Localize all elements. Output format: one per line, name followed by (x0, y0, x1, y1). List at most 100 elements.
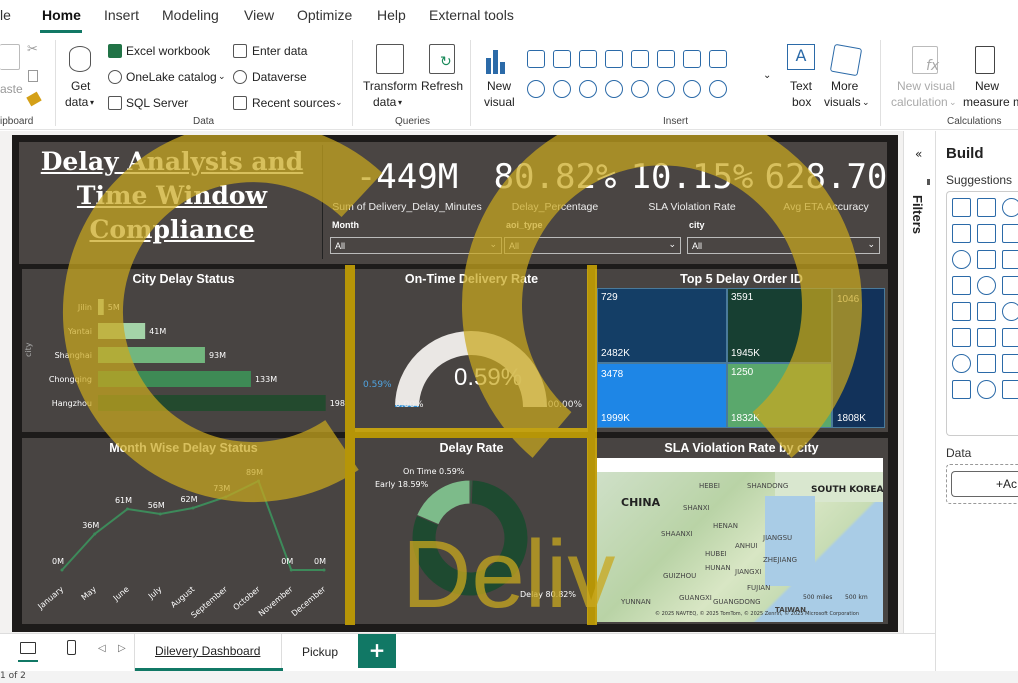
visual-type-icon[interactable] (683, 80, 701, 98)
text-box-label-1[interactable]: Text (790, 79, 812, 93)
new-visual-label-1[interactable]: New (487, 79, 511, 93)
text-box-icon[interactable]: A (787, 44, 815, 70)
visual-suggestion-icon[interactable] (952, 198, 971, 217)
treemap-cell[interactable]: 729 2482K (597, 288, 727, 363)
visual-type-icon[interactable] (553, 50, 571, 68)
visual-suggestion-icon[interactable] (952, 276, 971, 295)
more-visuals-label-1[interactable]: More (831, 79, 858, 93)
visual-type-icon[interactable] (527, 80, 545, 98)
paste-icon[interactable] (0, 44, 20, 70)
menu-modeling[interactable]: Modeling (162, 7, 219, 23)
sql-server-button[interactable]: SQL Server (126, 96, 188, 110)
text-box-label-2[interactable]: box (792, 95, 811, 109)
visual-suggestion-icon[interactable] (952, 224, 971, 243)
menu-insert[interactable]: Insert (104, 7, 139, 23)
visual-type-icon[interactable] (631, 80, 649, 98)
menu-help[interactable]: Help (377, 7, 406, 23)
visual-suggestion-icon[interactable] (977, 250, 996, 269)
visual-suggestion-icon[interactable] (1002, 250, 1018, 269)
mobile-layout-icon[interactable] (67, 640, 76, 655)
menu-view[interactable]: View (244, 7, 274, 23)
visual-type-icon[interactable] (527, 50, 545, 68)
visual-suggestion-icon[interactable] (952, 302, 971, 321)
sla-map-panel[interactable]: SLA Violation Rate by city CHINA SOUTH K… (595, 438, 888, 624)
filters-pane[interactable]: « Filters (903, 131, 935, 633)
tab-dilevery-dashboard[interactable]: Dilevery Dashboard (134, 634, 283, 671)
menu-external-tools[interactable]: External tools (429, 7, 514, 23)
city-delay-panel[interactable]: City Delay Status city Jilin 5M Yantai 41M S… (22, 269, 345, 432)
visual-suggestion-icon[interactable] (952, 380, 971, 399)
visual-suggestion-icon[interactable] (977, 276, 996, 295)
excel-workbook-button[interactable]: Excel workbook (126, 44, 210, 58)
get-data-icon[interactable] (69, 46, 91, 72)
visual-suggestion-icon[interactable] (977, 302, 996, 321)
visual-type-icon[interactable] (579, 50, 597, 68)
visual-type-icon[interactable] (579, 80, 597, 98)
menu-optimize[interactable]: Optimize (297, 7, 352, 23)
copy-icon[interactable] (28, 70, 38, 82)
calculator-icon[interactable] (975, 46, 995, 74)
visual-suggestion-icon[interactable] (977, 354, 996, 373)
visual-suggestion-icon[interactable] (977, 224, 996, 243)
more-visuals-label-2[interactable]: visuals (824, 95, 861, 109)
visual-suggestion-icon[interactable] (1002, 328, 1018, 347)
visual-type-icon[interactable] (605, 50, 623, 68)
treemap-cell[interactable]: 3591 1945K (727, 288, 832, 363)
visual-type-icon[interactable] (657, 50, 675, 68)
filters-label[interactable]: Filters (910, 195, 925, 234)
visual-type-icon[interactable] (605, 80, 623, 98)
transform-data-icon[interactable] (376, 44, 404, 74)
visual-suggestion-icon[interactable] (977, 328, 996, 347)
new-measure-label-2[interactable]: measure m (963, 95, 1018, 109)
format-painter-icon[interactable] (26, 91, 42, 107)
menu-file[interactable]: le (0, 7, 11, 23)
visual-type-icon[interactable] (631, 50, 649, 68)
add-data-button[interactable]: +Ac (951, 471, 1018, 497)
get-data-label-2[interactable]: data (65, 95, 88, 109)
slicer-month-dropdown[interactable]: All ⌄ (330, 237, 502, 254)
paste-label[interactable]: aste (0, 82, 23, 96)
data-drop-zone[interactable]: +Ac (946, 464, 1018, 504)
tab-pickup[interactable]: Pickup (302, 645, 338, 659)
new-visual-icon[interactable] (486, 46, 510, 74)
recent-sources-button[interactable]: Recent sources (252, 96, 335, 110)
visual-suggestion-icon[interactable] (1002, 354, 1018, 373)
slicer-city-dropdown[interactable]: All ⌄ (687, 237, 880, 254)
treemap-panel[interactable]: Top 5 Delay Order ID 729 2482K 3591 1945… (595, 269, 888, 432)
treemap-cell[interactable]: 1046 1808K (832, 288, 885, 428)
refresh-button[interactable]: Refresh (421, 79, 463, 93)
visual-suggestion-icon[interactable] (1002, 224, 1018, 243)
visual-suggestion-icon[interactable] (1002, 302, 1018, 321)
visual-suggestion-icon[interactable] (1002, 198, 1018, 217)
transform-label-2[interactable]: data (373, 95, 396, 109)
visual-suggestion-icon[interactable] (952, 250, 971, 269)
desktop-layout-icon[interactable] (20, 642, 36, 654)
gallery-expand-icon[interactable]: ⌄ (763, 70, 771, 81)
visual-suggestion-icon[interactable] (977, 380, 996, 399)
month-delay-panel[interactable]: Month Wise Delay Status 0M January 36M May 6… (22, 438, 345, 624)
visual-suggestion-icon[interactable] (1002, 380, 1018, 399)
enter-data-button[interactable]: Enter data (252, 44, 307, 58)
new-measure-label-1[interactable]: New (975, 79, 999, 93)
collapse-chevron-icon[interactable]: « (915, 147, 922, 161)
visual-suggestion-icon[interactable] (1002, 276, 1018, 295)
get-data-label-1[interactable]: Get (71, 79, 90, 93)
delay-rate-panel[interactable]: Delay Rate On Time 0.59% Early 18.59% De… (355, 438, 588, 624)
visual-type-icon[interactable] (709, 50, 727, 68)
visual-type-icon[interactable] (709, 80, 727, 98)
menu-home[interactable]: Home (42, 7, 81, 23)
transform-label-1[interactable]: Transform (363, 79, 417, 93)
visual-type-icon[interactable] (683, 50, 701, 68)
slicer-aoi-dropdown[interactable]: All ⌄ (504, 237, 681, 254)
visual-suggestion-icon[interactable] (977, 198, 996, 217)
cut-icon[interactable]: ✂ (27, 42, 38, 57)
treemap-cell[interactable]: 3478 1999K (597, 363, 727, 428)
new-visual-label-2[interactable]: visual (484, 95, 515, 109)
dataverse-button[interactable]: Dataverse (252, 70, 307, 84)
treemap-cell[interactable]: 1250 1832K (727, 363, 832, 428)
onelake-catalog-button[interactable]: OneLake catalog (126, 70, 217, 84)
ontime-panel[interactable]: On-Time Delivery Rate 0.59% 0.59% 0.00% … (355, 269, 588, 432)
visual-type-icon[interactable] (553, 80, 571, 98)
prev-page-icon[interactable]: ◁ (98, 643, 106, 654)
next-page-icon[interactable]: ▷ (118, 643, 126, 654)
